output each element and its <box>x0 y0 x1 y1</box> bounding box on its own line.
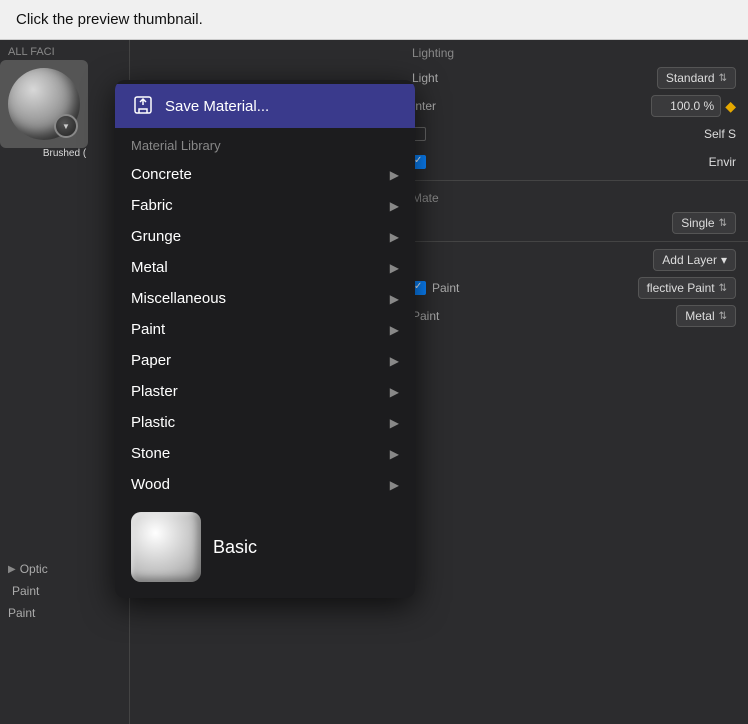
add-layer-label: Add Layer <box>662 253 717 267</box>
grunge-label: Grunge <box>131 228 181 245</box>
self-shadow-row: Self S <box>400 120 748 148</box>
paper-label: Paper <box>131 352 171 369</box>
miscellaneous-label: Miscellaneous <box>131 290 226 307</box>
intensity-input[interactable] <box>651 95 721 117</box>
plastic-label: Plastic <box>131 414 175 431</box>
instruction-text: Click the preview thumbnail. <box>16 11 203 28</box>
instruction-bar: Click the preview thumbnail. <box>0 0 748 40</box>
paint-chevron-icon: ⇅ <box>719 283 727 294</box>
menu-item-concrete[interactable]: Concrete ▶ <box>115 159 415 190</box>
miscellaneous-submenu-icon: ▶ <box>390 292 399 306</box>
menu-item-plastic[interactable]: Plastic ▶ <box>115 407 415 438</box>
intensity-group: ◆ <box>651 95 736 117</box>
menu-item-grunge[interactable]: Grunge ▶ <box>115 221 415 252</box>
basic-preview[interactable]: Basic <box>115 504 415 590</box>
chevron-up-down-icon: ⇅ <box>719 73 727 84</box>
paint-metal-label: Paint <box>412 309 676 323</box>
save-material-icon <box>131 94 155 118</box>
add-layer-button[interactable]: Add Layer ▾ <box>653 249 736 271</box>
material-library-label: Material Library <box>115 128 415 159</box>
menu-item-paper[interactable]: Paper ▶ <box>115 345 415 376</box>
paper-submenu-icon: ▶ <box>390 354 399 368</box>
fabric-label: Fabric <box>131 197 173 214</box>
add-layer-chevron-icon: ▾ <box>721 253 727 267</box>
stone-submenu-icon: ▶ <box>390 447 399 461</box>
optics-label: Optic <box>20 562 48 576</box>
self-shadow-label: Self S <box>704 127 736 141</box>
paint-metal-row: Paint Metal ⇅ <box>400 302 748 330</box>
environment-row: Envir <box>400 148 748 176</box>
concrete-submenu-icon: ▶ <box>390 168 399 182</box>
menu-item-stone[interactable]: Stone ▶ <box>115 438 415 469</box>
paint-2-left-row: Paint <box>0 602 130 624</box>
concrete-label: Concrete <box>131 166 192 183</box>
menu-item-wood[interactable]: Wood ▶ <box>115 469 415 500</box>
basic-thumbnail <box>131 512 201 582</box>
left-panel: ALL FACI Brushed ( ▶ Optic Paint Paint <box>0 40 130 724</box>
paint-menu-label: Paint <box>131 321 165 338</box>
wood-submenu-icon: ▶ <box>390 478 399 492</box>
fabric-submenu-icon: ▶ <box>390 199 399 213</box>
material-mode-row: Single ⇅ <box>400 209 748 237</box>
material-mode-select[interactable]: Single ⇅ <box>672 212 736 234</box>
paint-left-label: Paint <box>12 584 39 598</box>
paint-submenu-icon: ▶ <box>390 323 399 337</box>
light-label: Light <box>412 71 657 85</box>
intensity-row: Inter ◆ <box>400 92 748 120</box>
paint-metal-value: Metal <box>685 309 714 323</box>
menu-item-miscellaneous[interactable]: Miscellaneous ▶ <box>115 283 415 314</box>
light-row: Light Standard ⇅ <box>400 64 748 92</box>
add-layer-row: Add Layer ▾ <box>400 246 748 274</box>
paint-type-value: flective Paint <box>647 281 715 295</box>
material-section-header: Mate <box>400 185 748 209</box>
inspector-panel: Lighting Light Standard ⇅ Inter ◆ Self S… <box>400 40 748 724</box>
optics-row[interactable]: ▶ Optic <box>0 558 130 580</box>
environment-label: Envir <box>709 155 736 169</box>
material-mode-value: Single <box>681 216 714 230</box>
menu-item-fabric[interactable]: Fabric ▶ <box>115 190 415 221</box>
paint-type-select[interactable]: flective Paint ⇅ <box>638 277 736 299</box>
material-thumbnail[interactable] <box>0 60 88 148</box>
menu-item-plaster[interactable]: Plaster ▶ <box>115 376 415 407</box>
paint-left-row: Paint <box>0 580 130 602</box>
metal-submenu-icon: ▶ <box>390 261 399 275</box>
save-material-item[interactable]: Save Material... <box>115 84 415 128</box>
lighting-section-header: Lighting <box>400 40 748 64</box>
paint-reflective-row: Paint flective Paint ⇅ <box>400 274 748 302</box>
stone-label: Stone <box>131 445 170 462</box>
paint-label: Paint <box>432 281 638 295</box>
divider-2 <box>400 241 748 242</box>
plastic-submenu-icon: ▶ <box>390 416 399 430</box>
paint-2-left-label: Paint <box>8 606 35 620</box>
paint-metal-select[interactable]: Metal ⇅ <box>676 305 736 327</box>
wood-label: Wood <box>131 476 170 493</box>
left-bottom-rows: ▶ Optic Paint Paint <box>0 558 130 624</box>
chevron-updown-icon: ⇅ <box>719 218 727 229</box>
light-value: Standard <box>666 71 715 85</box>
metal-chevron-icon: ⇅ <box>719 311 727 322</box>
intensity-label: Inter <box>412 99 651 113</box>
material-library-dropdown: Save Material... Material Library Concre… <box>115 80 415 598</box>
light-select[interactable]: Standard ⇅ <box>657 67 736 89</box>
material-options-button[interactable] <box>54 114 78 138</box>
basic-label: Basic <box>213 537 257 558</box>
keyframe-diamond-icon[interactable]: ◆ <box>725 98 736 115</box>
all-faces-label: ALL FACI <box>0 40 129 60</box>
metal-label: Metal <box>131 259 168 276</box>
collapse-triangle-icon: ▶ <box>8 564 16 575</box>
menu-item-metal[interactable]: Metal ▶ <box>115 252 415 283</box>
grunge-submenu-icon: ▶ <box>390 230 399 244</box>
brushed-label: Brushed ( <box>0 148 129 159</box>
plaster-submenu-icon: ▶ <box>390 385 399 399</box>
plaster-label: Plaster <box>131 383 178 400</box>
divider-1 <box>400 180 748 181</box>
save-material-label: Save Material... <box>165 98 269 115</box>
menu-item-paint[interactable]: Paint ▶ <box>115 314 415 345</box>
